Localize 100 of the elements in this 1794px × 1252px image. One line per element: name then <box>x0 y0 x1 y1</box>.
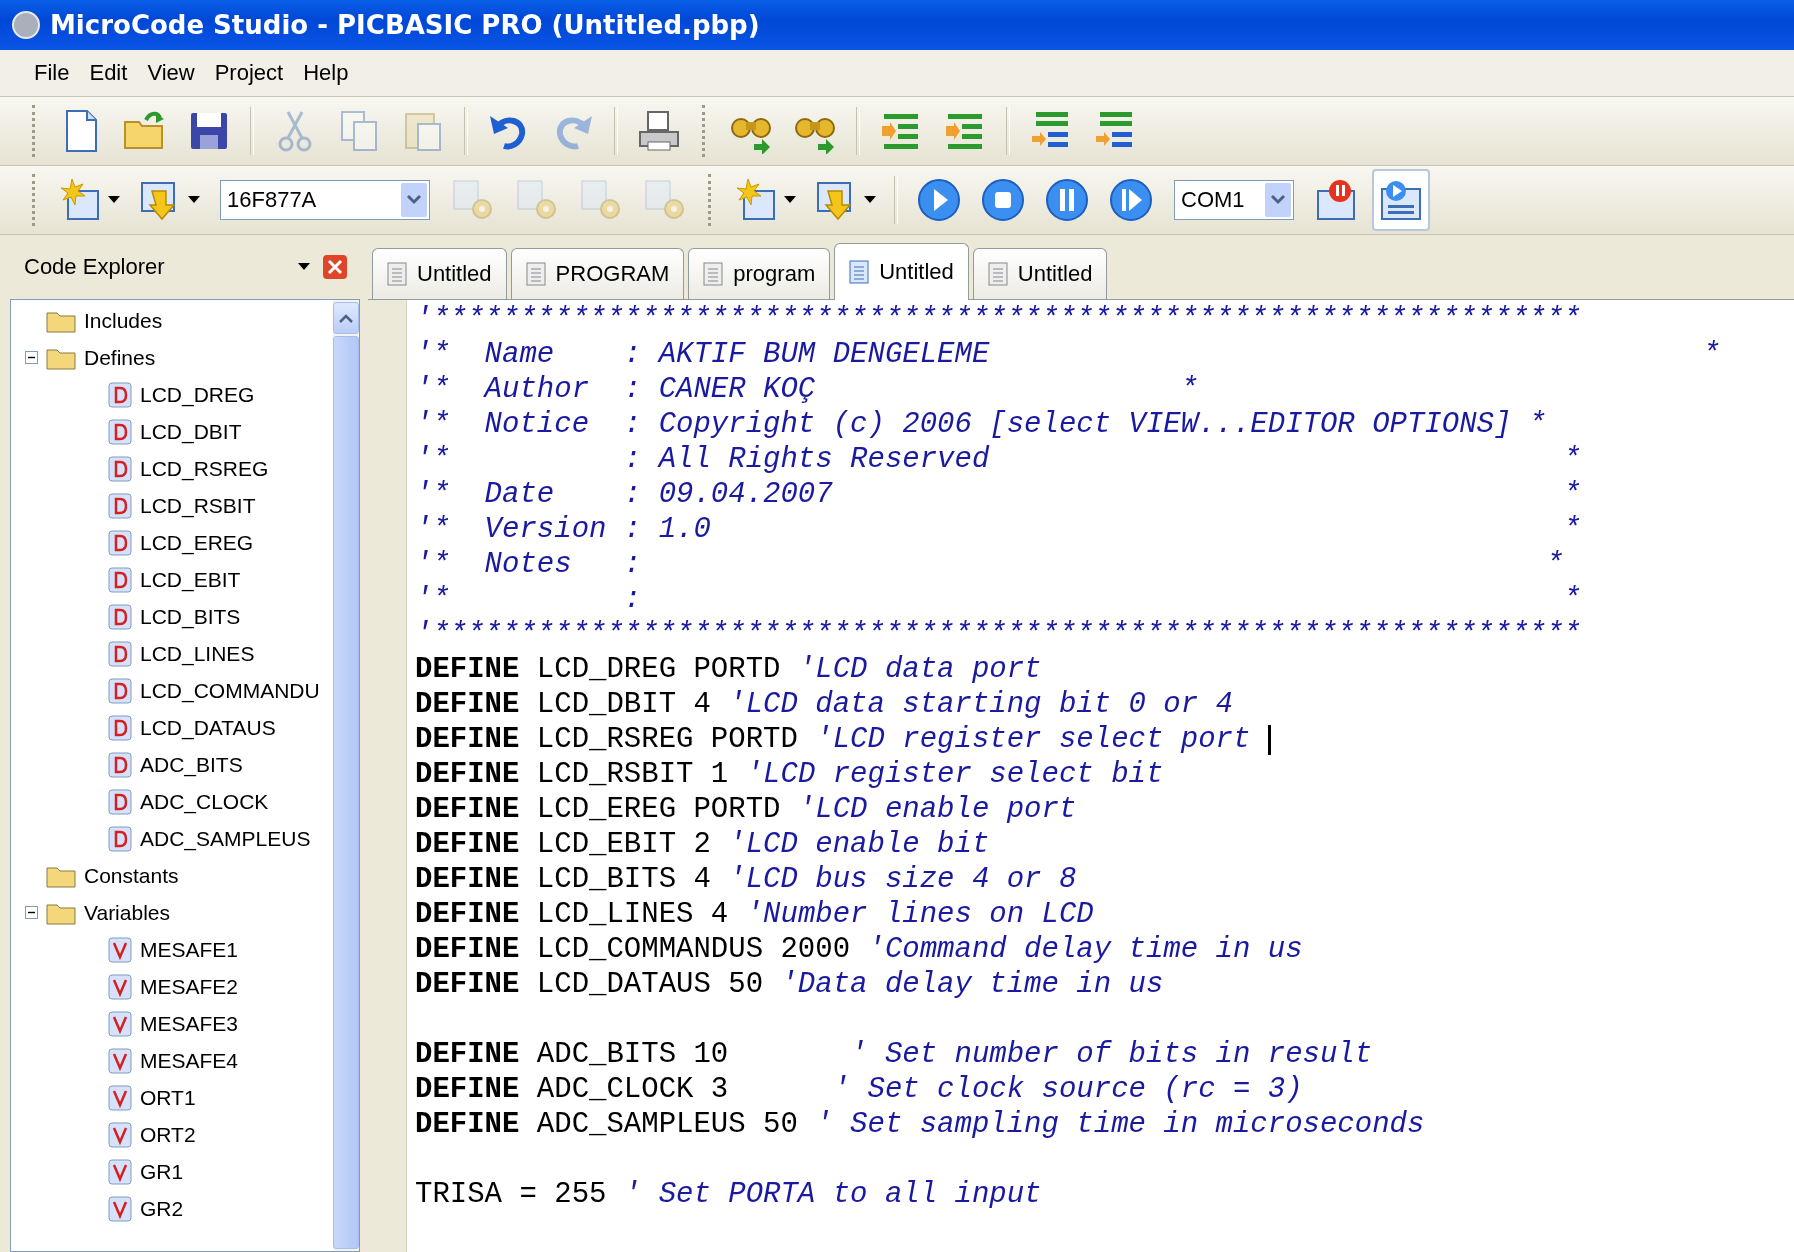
toolbar-grip[interactable] <box>32 105 38 157</box>
code-keyword: DEFINE <box>415 933 520 966</box>
code-text: LCD_DREG PORTD <box>535 653 782 686</box>
v-letter-icon <box>108 1084 132 1111</box>
code-text: LCD_DBIT 4 <box>535 688 712 721</box>
collapse-toggle[interactable] <box>25 351 38 364</box>
pause-icon <box>1044 177 1090 223</box>
toolbar-grip[interactable] <box>708 174 714 226</box>
d-letter-icon <box>108 603 132 630</box>
tree-item[interactable]: Variables <box>84 900 170 925</box>
d-letter-icon <box>108 529 132 556</box>
d-letter-icon <box>108 825 132 852</box>
tree-item[interactable]: Includes <box>84 308 163 333</box>
window-title: MicroCode Studio - PICBASIC PRO (Untitled.pbp) <box>50 10 760 40</box>
tree-item[interactable]: GR1 <box>140 1159 184 1184</box>
panel-title: Code Explorer <box>24 254 166 280</box>
tree-item[interactable]: ADC_SAMPLEUS <box>140 826 311 851</box>
code-text: LCD_EREG PORTD <box>535 793 782 826</box>
d-letter-icon <box>108 751 132 778</box>
code-keyword: DEFINE <box>415 1038 520 1071</box>
tree-item[interactable]: MESAFE3 <box>140 1011 239 1036</box>
tree-item[interactable]: LCD_BITS <box>140 604 241 629</box>
tree-item[interactable]: ORT1 <box>140 1085 196 1110</box>
code-text: LCD_RSREG PORTD <box>535 723 799 756</box>
code-text: LCD_LINES 4 <box>535 898 730 931</box>
code-comment: 'LCD register select port <box>815 723 1252 756</box>
d-letter-icon <box>108 492 132 519</box>
tree-item[interactable]: Constants <box>84 863 179 888</box>
code-text: ADC_CLOCK 3 <box>535 1073 730 1106</box>
printer-icon <box>636 108 682 154</box>
tree-item[interactable]: ADC_CLOCK <box>140 789 269 814</box>
code-keyword: DEFINE <box>415 688 520 721</box>
code-comment: '* : All Rights Reserved * <box>415 443 1581 476</box>
document-icon <box>987 262 1008 286</box>
tree-item[interactable]: LCD_DATAUS <box>140 715 276 740</box>
stop-icon <box>980 177 1026 223</box>
code-editor[interactable] <box>368 300 1794 1252</box>
menu-item[interactable]: Edit <box>81 56 136 90</box>
code-comment: ' Set clock source (rc = 3) <box>832 1073 1303 1106</box>
scrollbar[interactable] <box>333 300 359 1251</box>
code-comment: ' Set sampling time in microseconds <box>815 1108 1425 1141</box>
tree-item[interactable]: MESAFE2 <box>140 974 239 999</box>
file-tab[interactable]: Untitled <box>372 248 507 299</box>
document-icon <box>703 262 724 286</box>
d-letter-icon <box>108 640 132 667</box>
document-icon <box>525 262 546 286</box>
tree-item[interactable]: MESAFE4 <box>140 1048 239 1073</box>
select-field[interactable]: COM1 <box>1174 180 1294 220</box>
close-icon[interactable] <box>322 254 348 280</box>
code-keyword: DEFINE <box>415 793 520 826</box>
code-comment: 'Number lines on LCD <box>745 898 1094 931</box>
code-keyword: DEFINE <box>415 898 520 931</box>
file-tab[interactable]: Untitled <box>972 248 1108 299</box>
code-comment: '****************************************************************** <box>415 618 1581 651</box>
toolbar-button[interactable] <box>1372 169 1430 231</box>
toolbar-grip[interactable] <box>702 105 708 157</box>
v-letter-icon <box>108 973 132 1000</box>
v-letter-icon <box>108 936 132 963</box>
code-text: TRISA = 255 <box>415 1178 608 1211</box>
tree-item[interactable]: LCD_EBIT <box>140 567 241 592</box>
step-icon <box>1108 177 1154 223</box>
play-icon <box>916 177 962 223</box>
tree-item[interactable]: LCD_RSBIT <box>140 493 256 518</box>
code-comment: '* Notes : * <box>415 548 1564 581</box>
tree-item[interactable]: LCD_LINES <box>140 641 255 666</box>
file-tab[interactable]: PROGRAM <box>510 248 685 299</box>
scroll-up-icon[interactable] <box>339 313 353 323</box>
code-keyword: DEFINE <box>415 968 520 1001</box>
tree-item[interactable]: LCD_DBIT <box>140 419 242 444</box>
code-keyword: DEFINE <box>415 758 520 791</box>
tree-item[interactable]: LCD_COMMANDU <box>140 678 320 703</box>
toolbar-grip[interactable] <box>32 174 38 226</box>
tree-item[interactable]: Defines <box>84 345 156 370</box>
menu-item[interactable]: View <box>139 56 203 90</box>
tree-item[interactable]: LCD_DREG <box>140 382 255 407</box>
code-comment: 'LCD register select bit <box>745 758 1164 791</box>
code-comment: '* Notice : Copyright (c) 2006 [select VIEW...EDITOR OPTIONS] * <box>415 408 1547 441</box>
tree-item[interactable]: MESAFE1 <box>140 937 239 962</box>
file-tab[interactable]: Untitled <box>834 243 969 300</box>
code-text: LCD_EBIT 2 <box>535 828 712 861</box>
v-letter-icon <box>108 1121 132 1148</box>
code-text: LCD_COMMANDUS 2000 <box>535 933 852 966</box>
menu-item[interactable]: File <box>26 56 78 90</box>
code-keyword: DEFINE <box>415 828 520 861</box>
tree-item[interactable]: LCD_EREG <box>140 530 254 555</box>
tree-item[interactable]: ORT2 <box>140 1122 196 1147</box>
code-comment: '****************************************************************** <box>415 303 1581 336</box>
code-comment: '* Version : 1.0 * <box>415 513 1581 546</box>
d-letter-icon <box>108 455 132 482</box>
code-comment: 'LCD enable bit <box>728 828 990 861</box>
file-tab[interactable]: program <box>688 248 831 299</box>
menu-item[interactable]: Help <box>295 56 357 90</box>
tree-item[interactable]: ADC_BITS <box>140 752 243 777</box>
code-comment: ' Set PORTA to all input <box>623 1178 1042 1211</box>
tree-item[interactable]: LCD_RSREG <box>140 456 269 481</box>
tree-item[interactable]: GR2 <box>140 1196 184 1221</box>
collapse-toggle[interactable] <box>25 906 38 919</box>
menu-item[interactable]: Project <box>206 56 292 90</box>
select-field[interactable]: 16F877A <box>220 180 430 220</box>
caret-icon[interactable] <box>298 263 310 271</box>
